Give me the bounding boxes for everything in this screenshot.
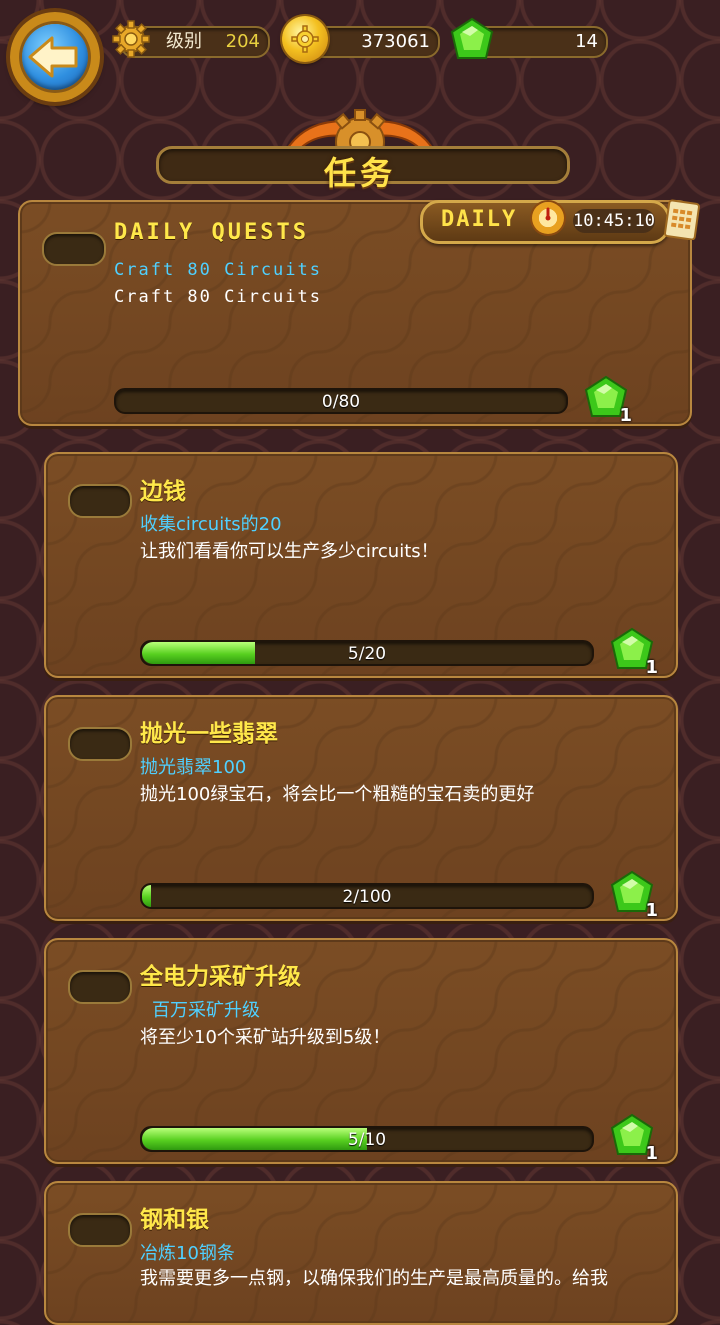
quest-reward-count: 1 [645,657,658,678]
daily-timer: 10:45:10 [573,209,655,233]
daily-quest-description: Craft 80 Circuits [114,287,322,307]
quest-title: 抛光一些翡翠 [140,721,278,747]
quest-reward: 1 [608,1112,658,1164]
quest-progress-text: 5/10 [347,1130,387,1150]
quest-reward-count: 1 [645,1143,658,1164]
quest-progress-text: 2/100 [342,887,392,907]
daily-progress-bar: 0/80 [114,388,568,414]
daily-quest-subtitle: Craft 80 Circuits [114,260,322,280]
quest-icon-slot [68,970,132,1004]
gear-icon [112,20,150,58]
quest-subtitle: 百万采矿升级 [152,1000,260,1021]
quest-progress-bar: 2/100 [140,883,594,909]
gem-icon [450,17,494,59]
quest-description: 让我们看看你可以生产多少circuits！ [140,541,439,562]
daily-quest-title: DAILY QUESTS [114,220,309,245]
quest-subtitle: 抛光翡翠100 [140,757,247,778]
quest-reward: 1 [608,626,658,678]
calendar-icon [664,199,700,240]
quest-description: 我需要更多一点钢，以确保我们的生产是最高质量的。给我 [140,1268,608,1289]
quest-progress-bar: 5/20 [140,640,594,666]
quest-title: 钢和银 [140,1207,209,1233]
quest-title: 全电力采矿升级 [140,964,301,990]
daily-badge-label: DAILY [441,207,518,232]
quest-subtitle: 收集circuits的20 [140,514,282,535]
daily-reward: 1 [582,374,632,426]
quest-description: 将至少10个采矿站升级到5级！ [140,1027,391,1048]
quest-icon-slot [68,1213,132,1247]
clock-icon [532,202,564,234]
quest-description: 抛光100绿宝石，将会比一个粗糙的宝石卖的更好 [140,784,535,805]
quest-title: 边钱 [140,479,186,505]
coins-value: 373061 [361,31,430,52]
quest-progress-bar: 5/10 [140,1126,594,1152]
quest-icon-slot [42,232,106,266]
back-arrow-icon [28,36,78,78]
quest-icon-slot [68,484,132,518]
page-title: 任务 [323,154,396,192]
quest-icon-slot [68,727,132,761]
back-button[interactable] [10,12,100,102]
quest-subtitle: 冶炼10钢条 [140,1243,235,1264]
gems-value: 14 [575,31,598,52]
daily-reward-count: 1 [619,405,632,426]
level-label: 级别 [166,31,202,52]
quest-progress-text: 5/20 [347,644,387,664]
level-value: 204 [225,31,260,52]
coin-icon [282,16,328,62]
quest-reward-count: 1 [645,900,658,921]
quest-reward: 1 [608,869,658,921]
daily-progress-text: 0/80 [321,392,361,412]
